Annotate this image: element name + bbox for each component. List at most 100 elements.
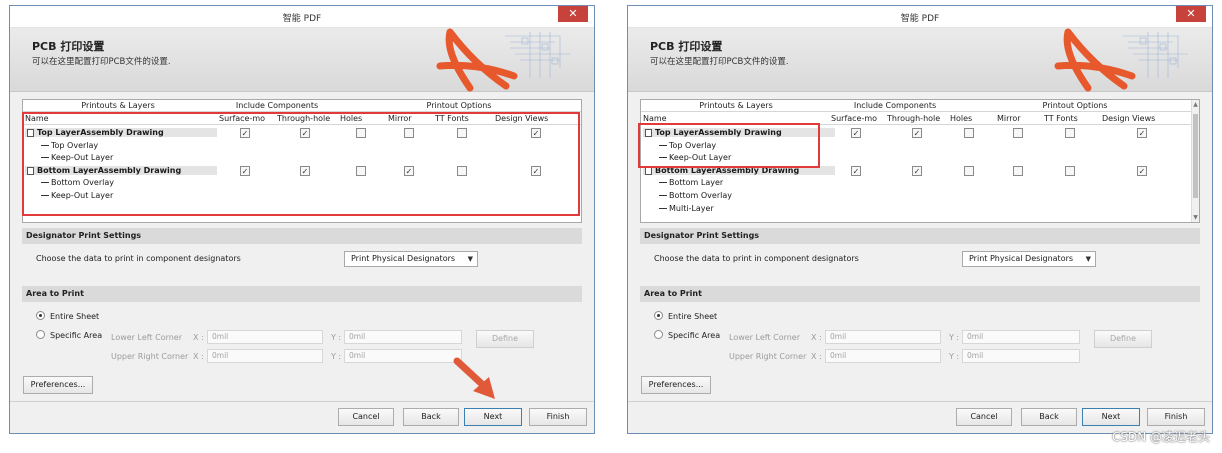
- ur-y-label: Y :: [331, 352, 342, 361]
- ur-y-input[interactable]: 0mil: [344, 349, 462, 363]
- designator-dropdown[interactable]: Print Physical Designators ▼: [344, 251, 478, 267]
- specific-area-label: Specific Area: [668, 331, 721, 340]
- ur-x-label: X :: [811, 352, 822, 361]
- ll-x-input[interactable]: 0mil: [825, 330, 941, 344]
- ur-x-input[interactable]: 0mil: [825, 349, 941, 363]
- ll-x-input[interactable]: 0mil: [207, 330, 323, 344]
- checkbox[interactable]: ✓: [912, 165, 922, 176]
- group-printouts: Printouts & Layers: [81, 101, 155, 110]
- ur-x-label: X :: [193, 352, 204, 361]
- upper-right-label: Upper Right Corner: [111, 352, 189, 361]
- checkbox[interactable]: ✓: [851, 128, 861, 138]
- finish-button[interactable]: Finish: [1147, 408, 1205, 426]
- checkbox[interactable]: [1065, 165, 1075, 176]
- finish-button[interactable]: Finish: [529, 408, 587, 426]
- page-subtitle: 可以在这里配置打印PCB文件的设置.: [650, 57, 789, 67]
- radio-entire-sheet[interactable]: [36, 311, 45, 320]
- table-scrollbar[interactable]: ▲ ▼: [1191, 100, 1199, 222]
- back-button[interactable]: Back: [1021, 408, 1077, 426]
- row-label: Bottom Layer: [659, 178, 723, 187]
- group-components: Include Components: [235, 101, 319, 110]
- window-title: 智能 PDF: [282, 14, 322, 24]
- dialog-window-right: 智能 PDF ✕ PCB 打印设置 可以在这里配置打印PCB文件的设置. Pri…: [627, 5, 1213, 434]
- checkbox[interactable]: ✓: [851, 165, 861, 176]
- ur-y-label: Y :: [949, 352, 960, 361]
- designator-selected: Print Physical Designators: [969, 254, 1074, 263]
- ll-y-label: Y :: [331, 333, 342, 342]
- next-button[interactable]: Next: [464, 408, 522, 426]
- page-title: PCB 打印设置: [32, 40, 105, 53]
- cancel-button[interactable]: Cancel: [338, 408, 394, 426]
- checkbox[interactable]: [964, 165, 974, 176]
- col-mirror[interactable]: Mirror: [997, 114, 1021, 123]
- table-row-layer[interactable]: Bottom Overlay: [641, 190, 1199, 203]
- table-group-header: Printouts & Layers Include Components Pr…: [641, 100, 1199, 112]
- next-button[interactable]: Next: [1082, 408, 1140, 426]
- define-button[interactable]: Define: [476, 330, 534, 348]
- checkbox[interactable]: ✓: [1137, 165, 1147, 176]
- preferences-button[interactable]: Preferences...: [641, 376, 711, 394]
- row-label: Multi-Layer: [659, 204, 714, 213]
- row-label: Bottom Overlay: [659, 191, 732, 200]
- specific-area-label: Specific Area: [50, 331, 103, 340]
- designator-prompt: Choose the data to print in component de…: [654, 254, 859, 263]
- close-icon[interactable]: ✕: [558, 6, 588, 22]
- group-options: Printout Options: [426, 101, 492, 110]
- row-label-text: Bottom Overlay: [669, 191, 732, 200]
- col-name[interactable]: Name: [643, 114, 667, 123]
- ll-y-input[interactable]: 0mil: [962, 330, 1080, 344]
- table-row-layer[interactable]: Multi-Layer: [641, 203, 1199, 216]
- checkbox[interactable]: [1065, 128, 1075, 138]
- page-title: PCB 打印设置: [650, 40, 723, 53]
- scroll-down-icon[interactable]: ▼: [1192, 214, 1199, 221]
- table-group-header: Printouts & Layers Include Components Pr…: [23, 100, 581, 112]
- row-label-text: Bottom Layer: [669, 178, 724, 188]
- scroll-up-icon[interactable]: ▲: [1192, 101, 1199, 108]
- section-area: Area to Print: [640, 286, 1200, 302]
- checkbox[interactable]: [1013, 128, 1023, 138]
- col-surface[interactable]: Surface-mo: [831, 114, 877, 123]
- checkbox[interactable]: ✓: [1137, 128, 1147, 138]
- group-options: Printout Options: [1042, 101, 1108, 110]
- checkbox[interactable]: [1013, 165, 1023, 176]
- tree-line-icon: [659, 195, 667, 196]
- lower-left-label: Lower Left Corner: [729, 333, 801, 342]
- designator-selected: Print Physical Designators: [351, 254, 456, 263]
- watermark: CSDN @凌迟老头: [1111, 430, 1210, 444]
- back-button[interactable]: Back: [403, 408, 459, 426]
- ll-y-label: Y :: [949, 333, 960, 342]
- col-holes[interactable]: Holes: [950, 114, 972, 123]
- pdf-logo-icon: [436, 28, 570, 92]
- section-designator: Designator Print Settings: [640, 228, 1200, 244]
- ur-y-input[interactable]: 0mil: [962, 349, 1080, 363]
- checkbox[interactable]: [964, 128, 974, 138]
- col-design-views[interactable]: Design Views: [1102, 114, 1155, 123]
- designator-dropdown[interactable]: Print Physical Designators ▼: [962, 251, 1096, 267]
- red-arrow-icon: [453, 357, 495, 399]
- dropdown-caret-icon: ▼: [467, 255, 473, 263]
- ll-y-input[interactable]: 0mil: [344, 330, 462, 344]
- pdf-logo-icon: [1054, 28, 1188, 92]
- dialog-window-left: 智能 PDF ✕ PCB 打印设置 可以在这里配置打印PCB文件的设置. Pri…: [9, 5, 595, 434]
- scroll-thumb[interactable]: [1193, 114, 1198, 198]
- ur-x-input[interactable]: 0mil: [207, 349, 323, 363]
- cancel-button[interactable]: Cancel: [956, 408, 1012, 426]
- title-bar: 智能 PDF ✕: [10, 6, 594, 28]
- radio-specific-area[interactable]: [654, 330, 663, 339]
- ll-x-label: X :: [193, 333, 204, 342]
- define-button[interactable]: Define: [1094, 330, 1152, 348]
- entire-sheet-label: Entire Sheet: [50, 312, 100, 321]
- col-through-hole[interactable]: Through-hole: [887, 114, 940, 123]
- radio-entire-sheet[interactable]: [654, 311, 663, 320]
- checkbox[interactable]: ✓: [912, 128, 922, 138]
- table-row-layer[interactable]: Bottom Layer: [641, 177, 1199, 190]
- designator-prompt: Choose the data to print in component de…: [36, 254, 241, 263]
- col-tt-fonts[interactable]: TT Fonts: [1044, 114, 1078, 123]
- title-bar: 智能 PDF ✕: [628, 6, 1212, 28]
- tree-line-icon: [659, 182, 667, 184]
- highlight-box: [638, 123, 820, 168]
- close-icon[interactable]: ✕: [1176, 6, 1206, 22]
- preferences-button[interactable]: Preferences...: [23, 376, 93, 394]
- window-title: 智能 PDF: [900, 14, 940, 24]
- radio-specific-area[interactable]: [36, 330, 45, 339]
